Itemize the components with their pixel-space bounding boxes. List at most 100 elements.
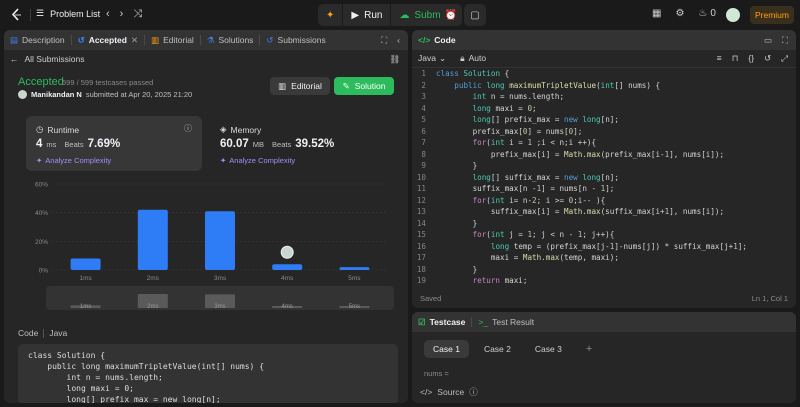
- code-line[interactable]: 7 for(int i = 1 ;i < n;i ++){: [412, 138, 796, 150]
- code-line[interactable]: 13 suffix_max[i] = Math.max(suffix_max[i…: [412, 207, 796, 219]
- chart-bar[interactable]: [272, 264, 303, 270]
- code-text: }: [436, 161, 478, 170]
- code-line[interactable]: 5 long[] prefix_max = new long[n];: [412, 115, 796, 127]
- format-icon[interactable]: ≡: [717, 53, 722, 64]
- code-text: for(int j = 1; j < n - 1; j++){: [472, 230, 615, 239]
- bookmark-icon[interactable]: ⊓: [732, 53, 739, 64]
- case-tab-2[interactable]: Case 2: [475, 340, 520, 358]
- runtime-unit: ms: [46, 140, 57, 149]
- x-tick-label: 2ms: [147, 275, 160, 282]
- maximize-icon[interactable]: ⛶: [782, 35, 788, 46]
- code-line[interactable]: 18 }: [412, 265, 796, 277]
- minimize-icon[interactable]: ▭: [764, 35, 772, 46]
- code-line[interactable]: 17 maxi = Math.max(temp, maxi);: [412, 253, 796, 265]
- code-line[interactable]: 11 suffix_max[n -1] = nums[n - 1];: [412, 184, 796, 196]
- code-language: Java: [49, 328, 68, 338]
- tab-testcase[interactable]: ☑ Testcase: [412, 312, 471, 332]
- tab-editorial[interactable]: ▥ Editorial: [145, 30, 200, 50]
- streak-counter[interactable]: ♨ 0: [698, 8, 716, 19]
- code-line[interactable]: 9 }: [412, 161, 796, 173]
- clock-icon: ◷: [36, 124, 44, 134]
- prev-problem-icon[interactable]: ‹: [106, 8, 110, 21]
- code-line[interactable]: 15 for(int j = 1; j < n - 1; j++){: [412, 230, 796, 242]
- shuffle-icon[interactable]: ⤨: [133, 8, 142, 21]
- code-text: int n = nums.length;: [472, 92, 565, 101]
- testcase-panel: ☑ Testcase >_ Test Result Case 1 Case 2 …: [412, 312, 796, 403]
- language-select[interactable]: Java ⌄: [418, 53, 446, 64]
- tab-submissions[interactable]: ↺ Submissions: [260, 30, 331, 50]
- source-label: Source: [437, 387, 465, 397]
- code-line[interactable]: 19 return maxi;: [412, 276, 796, 288]
- runtime-card[interactable]: ◷ Runtime ⓘ 4 ms Beats 7.69% ✦ Analyze C…: [26, 116, 202, 171]
- line-number: 9: [421, 161, 426, 170]
- auto-mode-button[interactable]: 🔒︎ Auto: [460, 53, 486, 64]
- analyze-complexity-link[interactable]: ✦ Analyze Complexity: [220, 156, 295, 165]
- code-line[interactable]: 12 for(int i= n-2; i >= 0;i-- ){: [412, 196, 796, 208]
- line-number: 17: [416, 253, 426, 262]
- info-icon[interactable]: ⓘ: [184, 123, 192, 134]
- code-line: long[] prefix_max = new long[n];: [28, 395, 221, 403]
- source-toggle[interactable]: </> Source ⓘ: [420, 386, 478, 398]
- link-icon[interactable]: ⛓: [389, 54, 400, 65]
- braces-icon[interactable]: {}: [748, 53, 754, 64]
- code-text: long[] suffix_max = new long[n];: [472, 172, 619, 182]
- code-line[interactable]: 16 long temp = (prefix_max[j-1]-nums[j])…: [412, 242, 796, 254]
- editorial-button[interactable]: ▥ Editorial: [270, 77, 330, 95]
- code-line[interactable]: 14 }: [412, 219, 796, 231]
- case-tab-1[interactable]: Case 1: [424, 340, 469, 358]
- premium-button[interactable]: Premium: [750, 6, 794, 24]
- tab-accepted[interactable]: ↺ Accepted ✕: [72, 30, 145, 50]
- runtime-distribution-chart[interactable]: 60% 40% 20% 0% 1ms 2ms 3ms 4ms 5ms 1ms 2ms 3ms 4ms 5m…: [26, 178, 396, 314]
- code-line[interactable]: 2 public long maximumTripletValue(int[] …: [412, 81, 796, 93]
- reset-icon[interactable]: ↺: [764, 53, 771, 64]
- tab-solutions-label: Solutions: [218, 35, 254, 45]
- fullscreen-icon[interactable]: ⤢: [781, 53, 788, 64]
- timer-button[interactable]: ⏰: [440, 4, 462, 26]
- code-line[interactable]: 10 long[] suffix_max = new long[n];: [412, 173, 796, 185]
- code-text: for(int i= n-2; i >= 0;i-- ){: [472, 195, 606, 205]
- back-to-submissions[interactable]: ← All Submissions ⛓: [4, 50, 408, 68]
- chart-bar[interactable]: [339, 267, 370, 270]
- username[interactable]: Manikandan N: [31, 90, 82, 99]
- next-problem-icon[interactable]: ›: [120, 8, 124, 21]
- maximize-icon[interactable]: ⛶: [381, 35, 387, 46]
- chart-bar[interactable]: [70, 258, 101, 270]
- submitted-code-preview[interactable]: class Solution { public long maximumTrip…: [18, 344, 398, 403]
- run-button[interactable]: ▶ Run: [342, 4, 390, 26]
- code-line[interactable]: 4 long maxi = 0;: [412, 104, 796, 116]
- gear-icon[interactable]: ⚙: [675, 8, 684, 19]
- collapse-icon[interactable]: ‹: [397, 35, 400, 46]
- chart-bar[interactable]: [137, 209, 168, 270]
- case-tab-3[interactable]: Case 3: [526, 340, 571, 358]
- add-case-icon[interactable]: +: [577, 340, 601, 358]
- leetcode-logo-icon[interactable]: [10, 8, 24, 22]
- runtime-title: ◷ Runtime: [36, 124, 79, 135]
- tab-solutions[interactable]: ⚗ Solutions: [201, 30, 260, 50]
- edit-icon: ✎: [342, 80, 350, 91]
- notes-button[interactable]: ▢: [464, 4, 486, 26]
- analyze-complexity-link[interactable]: ✦ Analyze Complexity: [36, 156, 111, 165]
- user-avatar: [18, 90, 27, 99]
- line-number: 4: [421, 103, 426, 113]
- line-number: 14: [416, 218, 426, 228]
- help-icon[interactable]: ⓘ: [469, 386, 478, 398]
- tab-test-result[interactable]: >_ Test Result: [472, 312, 540, 332]
- solution-button[interactable]: ✎ Solution: [334, 77, 394, 95]
- tab-description[interactable]: ▤ Description: [4, 30, 71, 50]
- code-line[interactable]: 3 int n = nums.length;: [412, 92, 796, 104]
- language-label: Java: [418, 53, 436, 63]
- code-line[interactable]: 1 class Solution {: [412, 69, 796, 81]
- chart-bar[interactable]: [205, 211, 235, 270]
- memory-card[interactable]: ◈ Memory 60.07 MB Beats 39.52% ✦ Analyze…: [210, 116, 386, 171]
- layout-icon[interactable]: ▦: [652, 8, 661, 19]
- debug-button[interactable]: ✦: [318, 4, 342, 26]
- code-line[interactable]: 6 prefix_max[0] = nums[0];: [412, 127, 796, 139]
- close-icon[interactable]: ✕: [131, 35, 138, 46]
- code-line[interactable]: 8 prefix_max[i] = Math.max(prefix_max[i-…: [412, 150, 796, 162]
- avatar[interactable]: [726, 8, 740, 22]
- code-editor[interactable]: 1 class Solution {2 public long maximumTr…: [412, 69, 796, 287]
- problem-list-button[interactable]: ☰ Problem List: [36, 8, 100, 19]
- tab-code[interactable]: </> Code: [412, 30, 462, 50]
- code-section-label: Code Java: [18, 328, 67, 338]
- left-panel: ▤ Description ↺ Accepted ✕ ▥ Editorial ⚗…: [4, 30, 408, 403]
